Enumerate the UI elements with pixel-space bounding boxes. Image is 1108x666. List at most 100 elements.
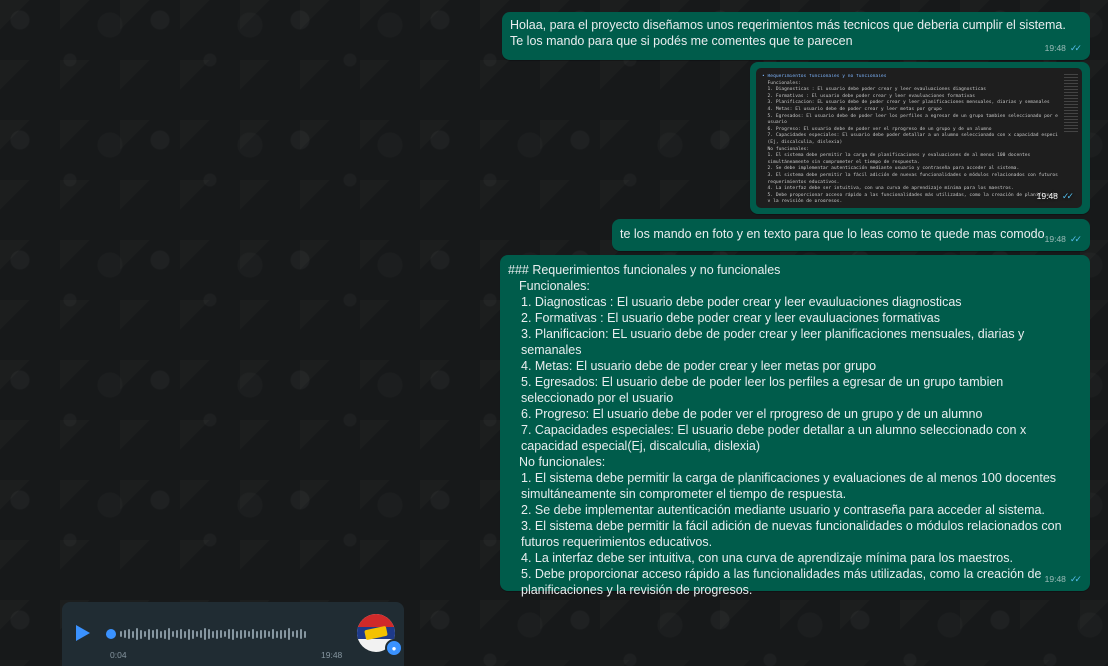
message-meta: 19:48 ✓✓ (1045, 571, 1082, 587)
waveform-bar (216, 629, 218, 639)
mic-icon: ● (385, 639, 403, 657)
waveform-bar (224, 631, 226, 637)
waveform-bar (248, 631, 250, 637)
waveform-bar (240, 629, 242, 639)
waveform-bar (256, 630, 258, 638)
play-icon[interactable] (76, 625, 90, 641)
requirement-item: 2. Se debe implementar autenticación med… (521, 503, 1045, 517)
waveform-bar (144, 631, 146, 637)
audio-waveform[interactable] (106, 626, 336, 642)
functional-title: Funcionales: (519, 279, 590, 293)
waveform-bar (128, 629, 130, 639)
waveform-bar (160, 630, 162, 638)
waveform-bar (208, 629, 210, 639)
waveform-bar (244, 630, 246, 638)
double-check-icon: ✓✓ (1069, 43, 1082, 53)
outgoing-message[interactable]: ### Requerimientos funcionales y no func… (500, 255, 1090, 597)
waveform-bar (120, 631, 122, 637)
double-check-icon: ✓✓ (1069, 574, 1082, 584)
avatar-stripe (357, 614, 395, 627)
message-time: 19:48 (1044, 574, 1066, 584)
requirement-item: 1. El sistema debe permitir la carga de … (521, 471, 1057, 501)
voice-message[interactable]: 0:04 19:48 ● (62, 602, 404, 666)
message-meta: 19:48 ✓✓ (1045, 40, 1082, 56)
outgoing-message[interactable]: te los mando en foto y en texto para que… (612, 219, 1090, 251)
message-time: 19:48 (1044, 234, 1066, 244)
waveform-bar (164, 629, 166, 639)
waveform-bar (260, 629, 262, 639)
waveform-bar (272, 629, 274, 639)
requirement-item: 3. El sistema debe permitir la fácil adi… (521, 519, 1062, 549)
image-text-line: 7. Capacidades especiales: El usuario de… (762, 133, 1058, 139)
waveform-bar (132, 630, 134, 638)
waveform-bar (204, 628, 206, 640)
message-meta: 19:48 ✓✓ (1045, 231, 1082, 247)
waveform-bar (304, 630, 306, 638)
requirement-item: 5. Egresados: El usuario debe de poder l… (521, 375, 1004, 405)
requirement-item: 4. Metas: El usuario debe de poder crear… (521, 359, 877, 373)
screenshot-image[interactable]: • Requerimientos funcionales y no funcio… (756, 68, 1082, 208)
image-text-line: 1. El sistema debe permitir la carga de … (762, 153, 1031, 159)
nonfunctional-title: No funcionales: (519, 455, 606, 469)
waveform-bar (220, 630, 222, 638)
waveform-bar (140, 629, 142, 639)
requirement-item: 1. Diagnosticas : El usuario debe poder … (521, 295, 962, 309)
requirement-item: 6. Progreso: El usuario debe de poder ve… (521, 407, 983, 421)
requirement-item: 2. Formativas : El usuario debe poder cr… (521, 311, 940, 325)
outgoing-message[interactable]: Holaa, para el proyecto diseñamos unos r… (502, 12, 1090, 60)
message-text: te los mando en foto y en texto para que… (620, 227, 1045, 241)
waveform-bar (168, 628, 170, 640)
waveform-bar (172, 631, 174, 637)
image-text-content: • Requerimientos funcionales y no funcio… (762, 74, 1058, 202)
waveform-bar (300, 629, 302, 639)
editor-minimap (1064, 74, 1078, 134)
waveform-bar (192, 629, 194, 639)
waveform-bar (152, 630, 154, 638)
waveform-bar (276, 630, 278, 638)
voice-duration: 0:04 (110, 650, 127, 660)
waveform-bar (284, 630, 286, 638)
waveform-bar (280, 629, 282, 639)
waveform-bar (196, 631, 198, 637)
message-meta: 19:48 ✓✓ (1037, 188, 1074, 204)
requirement-item: 3. Planificacion: EL usuario debe de pod… (521, 327, 1025, 357)
message-text: ### Requerimientos funcionales y no func… (508, 262, 1078, 598)
waveform-bar (136, 628, 138, 640)
waveform-bar (264, 630, 266, 638)
message-time: 19:48 (1036, 191, 1058, 201)
waveform-bar (124, 630, 126, 638)
waveform-bar (236, 630, 238, 638)
message-time: 19:48 (321, 650, 343, 660)
requirement-item: 5. Debe proporcionar acceso rápido a las… (521, 567, 1042, 597)
image-text-line: 1. Diagnosticas : El usuario debe poder … (762, 87, 987, 93)
waveform-bar (232, 628, 234, 640)
waveform-bar (148, 628, 150, 640)
waveform-bar (188, 628, 190, 640)
message-time: 19:48 (1044, 43, 1066, 53)
waveform-bar (156, 629, 158, 639)
waveform-bar (288, 628, 290, 640)
waveform-bar (268, 631, 270, 637)
image-text-line: 3. Planificacion: EL usuario debe de pod… (762, 100, 1050, 106)
requirements-heading: ### Requerimientos funcionales y no func… (508, 263, 781, 277)
image-message[interactable]: • Requerimientos funcionales y no funcio… (750, 62, 1090, 214)
waveform-bar (184, 630, 186, 638)
image-text-line: 5. Egresados: El usuario debe de poder l… (762, 113, 1058, 119)
double-check-icon: ✓✓ (1069, 234, 1082, 244)
double-check-icon: ✓✓ (1061, 191, 1074, 201)
image-text-line: y la revisión de progresos. (762, 199, 843, 202)
requirement-item: 7. Capacidades especiales: El usuario de… (521, 423, 1027, 453)
message-text: Holaa, para el proyecto diseñamos unos r… (510, 18, 1070, 48)
image-text-line: (Ej, discalculia, dislexia) (762, 139, 843, 145)
waveform-bar (200, 630, 202, 638)
playback-scrubber[interactable] (106, 629, 116, 639)
waveform-bar (212, 630, 214, 638)
waveform-bar (252, 629, 254, 639)
image-text-line: 3. El sistema debe permitir la fácil adi… (762, 172, 1058, 178)
image-text-line: • Requerimientos funcionales y no funcio… (762, 74, 887, 79)
image-text-line: 4. Metas: El usuario debe de poder crear… (762, 106, 942, 112)
image-text-line: usuario (762, 120, 787, 126)
waveform-bar (228, 629, 230, 639)
waveform-bar (296, 630, 298, 638)
requirement-item: 4. La interfaz debe ser intuitiva, con u… (521, 551, 1013, 565)
